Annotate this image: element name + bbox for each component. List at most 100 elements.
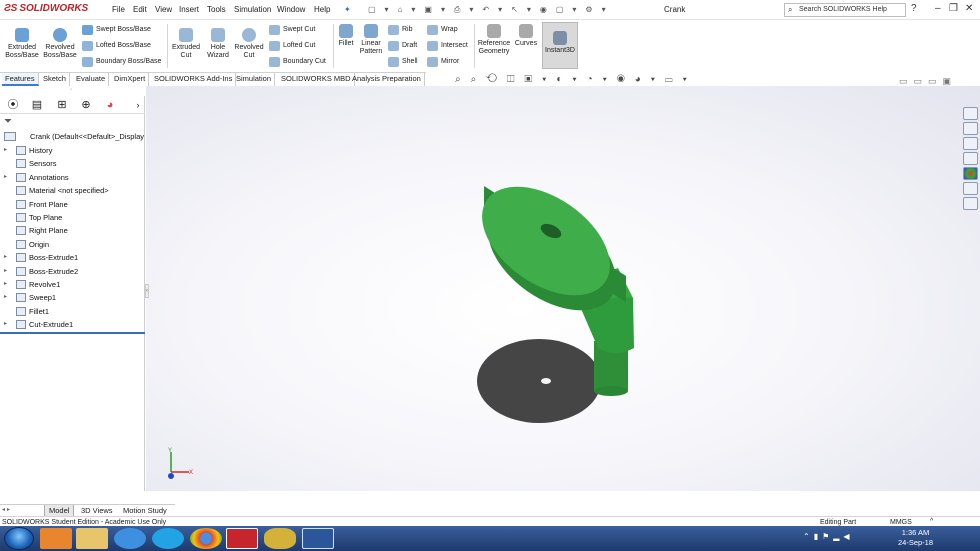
revolved-cut-button[interactable]: Revolved Cut (233, 28, 265, 60)
tree-item-annotations[interactable]: ▸ Annotations (0, 171, 145, 184)
filter-icon[interactable]: ⏷ (4, 116, 12, 127)
tree-item-material[interactable]: Material <not specified> (0, 184, 145, 197)
mirror-button[interactable]: Mirror (427, 56, 473, 68)
menu-insert[interactable]: Insert (179, 5, 199, 14)
chevron-right-icon[interactable]: › (131, 98, 145, 112)
expand-arrow-icon[interactable]: ▸ (4, 265, 7, 278)
reference-geometry-button[interactable]: Reference Geometry (476, 24, 512, 56)
help-icon[interactable]: ? (911, 3, 917, 14)
tree-item-boss-extrude2[interactable]: ▸ Boss-Extrude2 (0, 265, 145, 278)
view-palette-icon[interactable] (963, 197, 978, 210)
intersect-button[interactable]: Intersect (427, 40, 473, 52)
expand-arrow-icon[interactable]: ▸ (4, 171, 7, 184)
tree-item-front-plane[interactable]: Front Plane (0, 198, 145, 211)
collapse-panel-handle[interactable]: ‹ (145, 284, 149, 298)
tab-features[interactable]: Features (2, 73, 39, 86)
tab-dimxpert[interactable]: DimXpert (111, 73, 150, 86)
swept-boss-button[interactable]: Swept Boss/Base (82, 24, 166, 36)
viewport-window-controls[interactable]: ▭▭▭▣ (899, 76, 957, 87)
curves-button[interactable]: Curves (513, 24, 539, 48)
skype-icon[interactable] (152, 528, 184, 549)
hole-wizard-button[interactable]: Hole Wizard (203, 28, 233, 60)
internet-explorer-icon[interactable] (114, 528, 146, 549)
tab-addins[interactable]: SOLIDWORKS Add-Ins (151, 73, 237, 86)
menu-file[interactable]: File (112, 5, 125, 14)
display-manager-tab-icon[interactable]: ◕ (103, 98, 117, 112)
fillet-button[interactable]: Fillet (335, 24, 357, 48)
word-icon[interactable] (302, 528, 334, 549)
chevron-up-icon[interactable]: ^ (930, 517, 933, 526)
boundary-boss-button[interactable]: Boundary Boss/Base (82, 56, 166, 68)
expand-arrow-icon[interactable]: ▸ (4, 251, 7, 264)
rib-button[interactable]: Rib (388, 24, 424, 36)
heads-up-view-toolbar[interactable]: ⌕⌕⟲◫▣▾◐▾◔▾◉◕▾▭▾ (455, 74, 697, 88)
tree-item-cut-extrude1[interactable]: ▸ Cut-Extrude1 (0, 318, 145, 331)
tree-item-boss-extrude1[interactable]: ▸ Boss-Extrude1 (0, 251, 145, 264)
tree-item-fillet1[interactable]: Fillet1 (0, 305, 145, 318)
start-button[interactable] (4, 527, 34, 550)
file-explorer-taskbar-icon[interactable] (76, 528, 108, 549)
revolved-boss-button[interactable]: Revolved Boss/Base (42, 28, 78, 60)
tree-item-origin[interactable]: Origin (0, 238, 145, 251)
draft-button[interactable]: Draft (388, 40, 424, 52)
tree-item-right-plane[interactable]: Right Plane (0, 224, 145, 237)
expand-arrow-icon[interactable]: ▸ (4, 291, 7, 304)
taskbar-clock[interactable]: 1:36 AM 24-Sep-18 (898, 528, 933, 548)
tab-scroll-arrows[interactable]: ◂▸ (2, 506, 12, 513)
wrap-button[interactable]: Wrap (427, 24, 473, 36)
expand-arrow-icon[interactable]: ▸ (4, 144, 7, 157)
chrome-icon[interactable] (190, 528, 222, 549)
tree-item-revolve1[interactable]: ▸ Revolve1 (0, 278, 145, 291)
configuration-tab-icon[interactable]: ⊞ (55, 98, 69, 112)
minimize-button[interactable]: – (935, 3, 941, 14)
swept-cut-button[interactable]: Swept Cut (269, 24, 331, 36)
tree-root[interactable]: Crank (Default<<Default>_Display (0, 130, 145, 143)
menu-simulation[interactable]: Simulation (234, 5, 271, 14)
design-library-icon[interactable] (963, 137, 978, 150)
home-icon[interactable] (963, 107, 978, 120)
tab-analysis-preparation[interactable]: Analysis Preparation (349, 73, 425, 86)
feature-tree-tab-icon[interactable]: ⦿ (6, 98, 20, 112)
tab-sketch[interactable]: Sketch (40, 73, 70, 86)
tree-item-sweep1[interactable]: ▸ Sweep1 (0, 291, 145, 304)
appearances-icon[interactable] (963, 167, 978, 180)
tab-evaluate[interactable]: Evaluate (73, 73, 110, 86)
custom-properties-icon[interactable] (963, 182, 978, 195)
crank-model[interactable] (146, 86, 980, 491)
instant3d-button[interactable]: Instant3D (542, 22, 578, 69)
restore-button[interactable]: ❐ (949, 3, 958, 14)
extruded-cut-button[interactable]: Extruded Cut (170, 28, 202, 60)
property-manager-tab-icon[interactable]: ▤ (30, 98, 44, 112)
graphics-area[interactable] (146, 86, 980, 491)
rollback-bar[interactable] (0, 332, 145, 334)
menu-window[interactable]: Window (277, 5, 305, 14)
pin-icon[interactable]: ✦ (344, 5, 351, 14)
menu-tools[interactable]: Tools (207, 5, 226, 14)
boundary-cut-button[interactable]: Boundary Cut (269, 56, 331, 68)
close-button[interactable]: ✕ (965, 3, 973, 14)
panel-grip[interactable]: ◦ (70, 87, 72, 93)
tree-item-sensors[interactable]: Sensors (0, 157, 145, 170)
menu-view[interactable]: View (155, 5, 172, 14)
solidworks-taskbar-icon[interactable] (226, 528, 258, 549)
lofted-cut-button[interactable]: Lofted Cut (269, 40, 331, 52)
tree-item-history[interactable]: ▸ History (0, 144, 145, 157)
file-explorer-icon[interactable] (963, 152, 978, 165)
menu-help[interactable]: Help (314, 5, 330, 14)
media-player-icon[interactable] (40, 528, 72, 549)
linear-pattern-button[interactable]: Linear Pattern (357, 24, 385, 56)
tab-simulation[interactable]: Simulation (233, 73, 276, 86)
quick-access-toolbar[interactable]: ▢▾⌂▾▣▾⎙▾↶▾↖▾◉▢▾⚙▾ (368, 5, 615, 15)
help-search-input[interactable]: ⌕ Search SOLIDWORKS Help (784, 3, 906, 17)
system-tray-icons[interactable]: ⌃▮⚑▂◀ (803, 532, 854, 541)
lofted-boss-button[interactable]: Lofted Boss/Base (82, 40, 166, 52)
resources-icon[interactable] (963, 122, 978, 135)
expand-arrow-icon[interactable]: ▸ (4, 278, 7, 291)
dimxpert-tab-icon[interactable]: ⊕ (79, 98, 93, 112)
tab-mbd[interactable]: SOLIDWORKS MBD (278, 73, 355, 86)
tree-item-top-plane[interactable]: Top Plane (0, 211, 145, 224)
shell-button[interactable]: Shell (388, 56, 424, 68)
expand-arrow-icon[interactable]: ▸ (4, 318, 7, 331)
menu-edit[interactable]: Edit (133, 5, 147, 14)
extruded-boss-button[interactable]: Extruded Boss/Base (4, 28, 40, 60)
